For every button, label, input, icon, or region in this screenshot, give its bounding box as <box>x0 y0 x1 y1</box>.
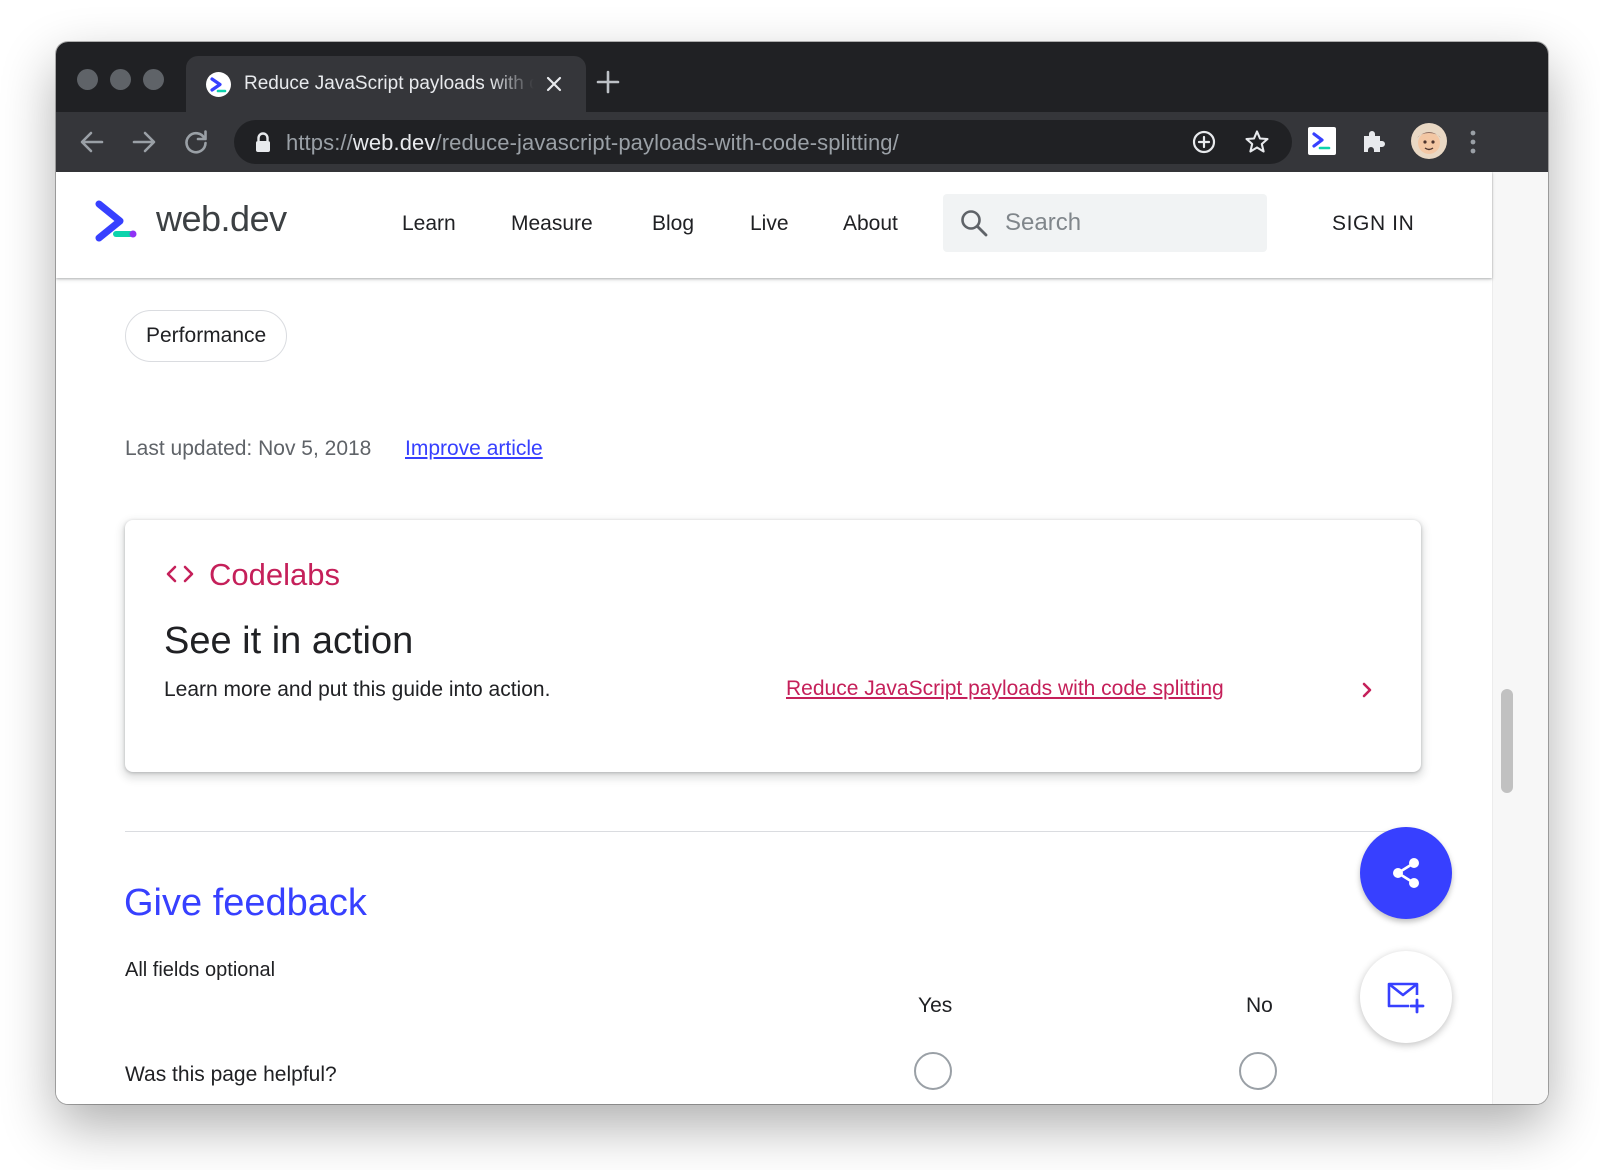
codelab-card-description: Learn more and put this guide into actio… <box>164 678 551 701</box>
code-brackets-icon <box>165 562 195 586</box>
codelab-link[interactable]: Reduce JavaScript payloads with code spl… <box>786 677 1224 701</box>
sign-in-button[interactable]: SIGN IN <box>1332 212 1414 236</box>
no-column-header: No <box>1246 994 1273 1017</box>
mail-add-icon <box>1387 982 1425 1014</box>
nav-blog[interactable]: Blog <box>652 212 694 236</box>
install-app-icon[interactable] <box>1191 129 1217 155</box>
browser-tab[interactable]: Reduce JavaScript payloads with code spl… <box>186 56 586 112</box>
reload-icon[interactable] <box>182 128 210 156</box>
url-scheme: https:// <box>286 130 353 155</box>
section-divider <box>125 831 1421 832</box>
url-text[interactable]: https://web.dev/reduce-javascript-payloa… <box>286 130 899 156</box>
share-icon <box>1393 858 1419 888</box>
tab-strip: Reduce JavaScript payloads with code spl… <box>56 42 1548 112</box>
fields-optional-text: All fields optional <box>125 959 276 981</box>
tab-title: Reduce JavaScript payloads with code spl… <box>244 73 534 94</box>
site-header: web.dev Learn Measure Blog Live About SI… <box>56 172 1492 278</box>
share-button[interactable] <box>1360 827 1452 919</box>
codelab-card: Codelabs See it in action Learn more and… <box>125 520 1421 772</box>
nav-live[interactable]: Live <box>750 212 789 236</box>
nav-measure[interactable]: Measure <box>511 212 593 236</box>
helpful-question: Was this page helpful? <box>125 1063 337 1086</box>
improve-article-link[interactable]: Improve article <box>405 437 543 461</box>
webdev-favicon-icon <box>206 72 231 97</box>
chevron-right-icon[interactable] <box>1356 676 1378 704</box>
minimize-window-button[interactable] <box>110 69 131 90</box>
search-box[interactable] <box>943 194 1267 252</box>
bookmark-star-icon[interactable] <box>1244 129 1270 155</box>
radio-no[interactable] <box>1239 1052 1277 1090</box>
nav-about[interactable]: About <box>843 212 898 236</box>
scrollbar-thumb[interactable] <box>1501 689 1513 793</box>
scrollbar-track[interactable] <box>1492 172 1548 1104</box>
new-tab-plus-icon[interactable] <box>596 70 620 94</box>
subscribe-mail-button[interactable] <box>1360 951 1452 1043</box>
radio-yes[interactable] <box>914 1052 952 1090</box>
url-path: /reduce-javascript-payloads-with-code-sp… <box>435 130 899 155</box>
url-host: web.dev <box>352 130 436 155</box>
more-menu-icon[interactable] <box>1468 128 1478 156</box>
search-input[interactable] <box>1005 194 1255 252</box>
webdev-logo-icon[interactable] <box>94 200 140 242</box>
browser-toolbar: https://web.dev/reduce-javascript-payloa… <box>56 112 1548 172</box>
logo-text[interactable]: web.dev <box>156 198 287 240</box>
yes-column-header: Yes <box>918 994 953 1017</box>
zoom-window-button[interactable] <box>143 69 164 90</box>
feedback-title: Give feedback <box>124 882 367 924</box>
tab-close-icon[interactable] <box>543 73 565 95</box>
codelab-card-title: See it in action <box>164 620 414 662</box>
close-window-button[interactable] <box>77 69 98 90</box>
profile-avatar[interactable] <box>1410 122 1448 160</box>
forward-arrow-icon[interactable] <box>130 128 158 156</box>
web-page: web.dev Learn Measure Blog Live About SI… <box>56 172 1548 1104</box>
last-updated-text: Last updated: Nov 5, 2018 <box>125 437 372 460</box>
extensions-puzzle-icon[interactable] <box>1360 127 1388 155</box>
codelabs-eyebrow: Codelabs <box>209 557 340 592</box>
search-icon <box>959 208 989 238</box>
tag-chip-performance[interactable]: Performance <box>125 310 288 362</box>
webdev-extension-icon[interactable] <box>1307 126 1337 156</box>
address-bar[interactable]: https://web.dev/reduce-javascript-payloa… <box>234 120 1292 164</box>
lock-icon[interactable] <box>254 131 272 153</box>
back-arrow-icon[interactable] <box>78 128 106 156</box>
browser-window: Reduce JavaScript payloads with code spl… <box>56 42 1548 1104</box>
nav-learn[interactable]: Learn <box>402 212 456 236</box>
